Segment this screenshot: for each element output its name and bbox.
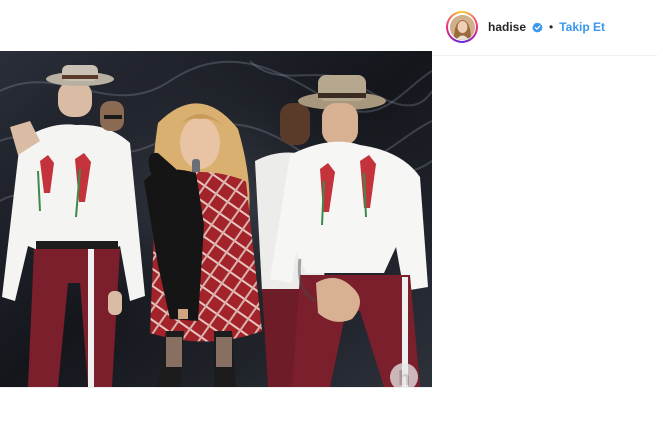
stage-performance-image: h [0,51,432,387]
svg-text:h: h [398,368,410,387]
header-separator-dot: • [549,20,554,34]
photo-bottom-border [0,387,432,388]
username-link[interactable]: hadise [488,20,526,34]
header-divider [432,55,657,56]
post-header: hadise • Takip Et [446,10,605,44]
avatar-photo [449,14,475,40]
follow-button[interactable]: Takip Et [559,20,605,34]
profile-avatar[interactable] [446,11,478,43]
post-photo[interactable]: h [0,51,432,387]
verified-badge-icon [532,21,543,33]
avatar-ring-inner [448,13,476,41]
